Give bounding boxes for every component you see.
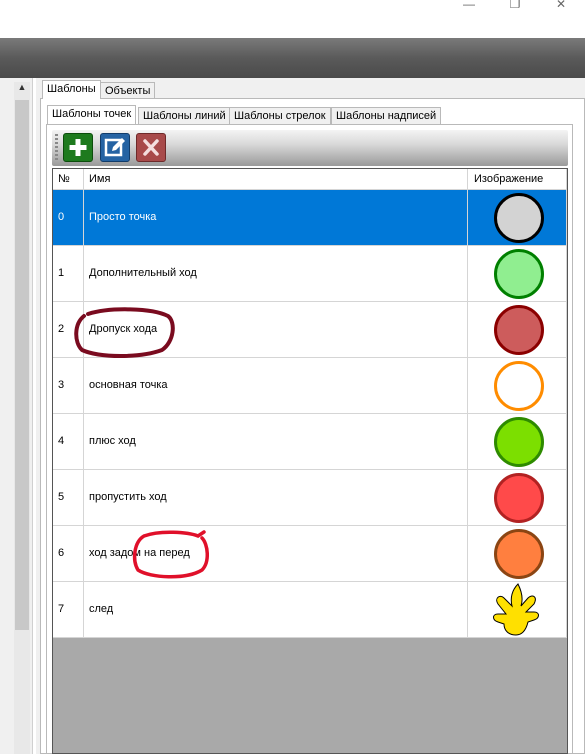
edit-icon — [104, 138, 125, 157]
close-button[interactable]: ✕ — [538, 0, 584, 12]
row-image — [468, 358, 567, 413]
row-image — [468, 246, 567, 301]
column-header-number[interactable]: № — [53, 169, 84, 190]
minimize-button[interactable]: — — [446, 0, 492, 12]
tab-arrow-templates[interactable]: Шаблоны стрелок — [229, 107, 331, 124]
tab-point-templates[interactable]: Шаблоны точек — [47, 105, 137, 124]
row-number: 1 — [53, 246, 84, 301]
row-number: 3 — [53, 358, 84, 413]
table-row[interactable]: 6 ход задом на перед — [53, 526, 567, 582]
point-preview-circle — [494, 473, 544, 523]
point-preview-circle — [494, 249, 544, 299]
row-name: пропустить ход — [84, 470, 468, 525]
row-number: 5 — [53, 470, 84, 525]
row-name: Дополнительный ход — [84, 246, 468, 301]
delete-x-icon — [143, 139, 159, 156]
row-name: основная точка — [84, 358, 468, 413]
left-scrollbar-thumb[interactable] — [15, 100, 29, 630]
point-templates-grid[interactable]: № Имя Изображение 0 Просто точка 1 Дополнит… — [52, 168, 568, 754]
row-image — [468, 302, 567, 357]
row-name: след — [84, 582, 468, 637]
row-image — [468, 526, 567, 581]
row-image — [468, 582, 567, 637]
table-row[interactable]: 0 Просто точка — [53, 190, 567, 246]
row-number: 7 — [53, 582, 84, 637]
edit-button[interactable] — [100, 133, 130, 162]
row-name: плюс ход — [84, 414, 468, 469]
footprint-icon — [493, 583, 539, 636]
tab-label-templates[interactable]: Шаблоны надписей — [331, 107, 442, 124]
table-row[interactable]: 4 плюс ход — [53, 414, 567, 470]
point-preview-circle — [494, 193, 544, 243]
row-number: 6 — [53, 526, 84, 581]
tab-templates[interactable]: Шаблоны — [42, 80, 101, 99]
row-name: Просто точка — [84, 190, 468, 245]
add-button[interactable] — [63, 133, 93, 162]
row-number: 2 — [53, 302, 84, 357]
row-number: 4 — [53, 414, 84, 469]
row-name: Дропуск хода — [84, 302, 468, 357]
point-preview-circle — [494, 361, 544, 411]
point-preview-circle — [494, 305, 544, 355]
table-row[interactable]: 1 Дополнительный ход — [53, 246, 567, 302]
tab-line-templates[interactable]: Шаблоны линий — [138, 107, 231, 124]
table-row[interactable]: 2 Дропуск хода — [53, 302, 567, 358]
delete-button[interactable] — [136, 133, 166, 162]
point-preview-circle — [494, 529, 544, 579]
column-header-image[interactable]: Изображение — [468, 169, 567, 190]
table-row[interactable]: 5 пропустить ход — [53, 470, 567, 526]
main-toolbar-band — [0, 38, 585, 78]
scroll-up-arrow-icon[interactable]: ▲ — [14, 82, 30, 96]
column-header-name[interactable]: Имя — [84, 169, 468, 190]
row-name: ход задом на перед — [84, 526, 468, 581]
row-number: 0 — [53, 190, 84, 245]
row-image — [468, 190, 567, 245]
table-row[interactable]: 3 основная точка — [53, 358, 567, 414]
table-row[interactable]: 7 след — [53, 582, 567, 638]
row-image — [468, 414, 567, 469]
tab-objects[interactable]: Объекты — [100, 82, 156, 99]
plus-icon — [69, 139, 87, 156]
maximize-button[interactable]: ❐ — [492, 0, 538, 12]
point-preview-circle — [494, 417, 544, 467]
toolbar-grip[interactable] — [55, 134, 58, 162]
row-image — [468, 470, 567, 525]
